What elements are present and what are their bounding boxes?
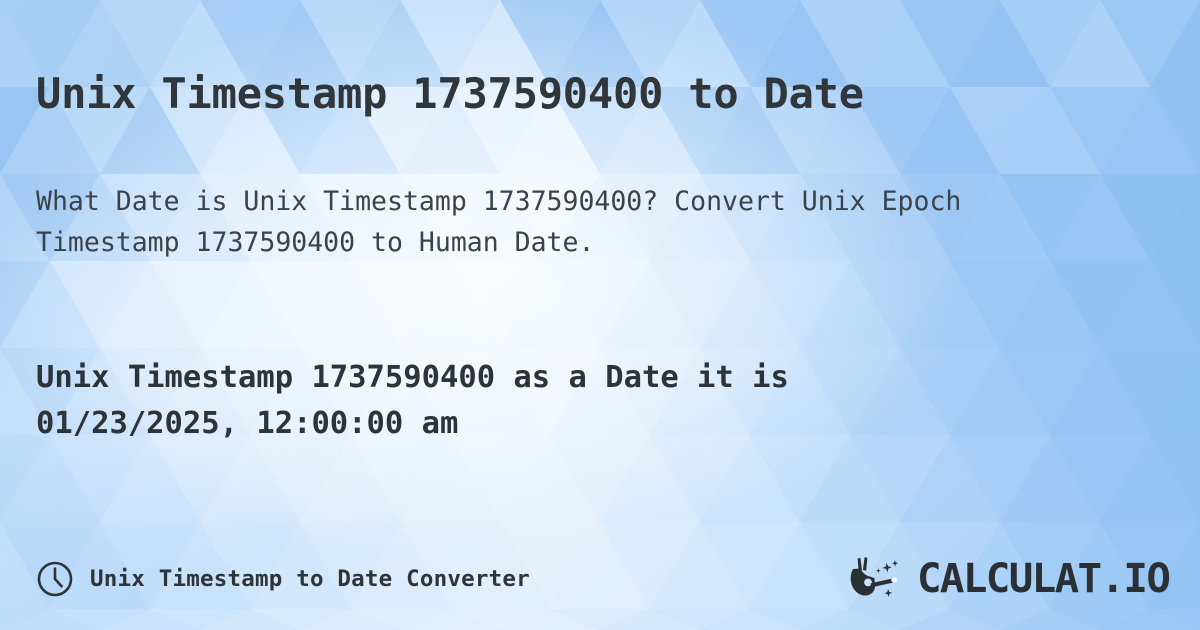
social-card: Unix Timestamp 1737590400 to Date What D… <box>0 0 1200 630</box>
result-line-1: Unix Timestamp 1737590400 as a Date it i… <box>36 360 789 395</box>
page-title: Unix Timestamp 1737590400 to Date <box>36 69 864 119</box>
result-block: Unix Timestamp 1737590400 as a Date it i… <box>36 355 1146 447</box>
result-line-2: 01/23/2025, 12:00:00 am <box>36 406 459 441</box>
brand-wordmark: CALCULAT.IO <box>916 556 1171 602</box>
description-line-1: What Date is Unix Timestamp 1737590400? … <box>36 186 962 217</box>
description-line-2: Timestamp 1737590400 to Human Date. <box>36 227 595 258</box>
footer: Unix Timestamp to Date Converter CALCULA… <box>36 552 1171 606</box>
footer-tool-label: Unix Timestamp to Date Converter <box>90 566 530 592</box>
description-block: What Date is Unix Timestamp 1737590400? … <box>36 181 1146 263</box>
magic-wand-hand-icon <box>850 557 898 597</box>
clock-icon <box>37 561 73 597</box>
footer-tool: Unix Timestamp to Date Converter <box>36 560 530 598</box>
brand-logo: CALCULAT.IO <box>847 556 1171 602</box>
card-content: Unix Timestamp 1737590400 to Date What D… <box>0 0 1200 630</box>
